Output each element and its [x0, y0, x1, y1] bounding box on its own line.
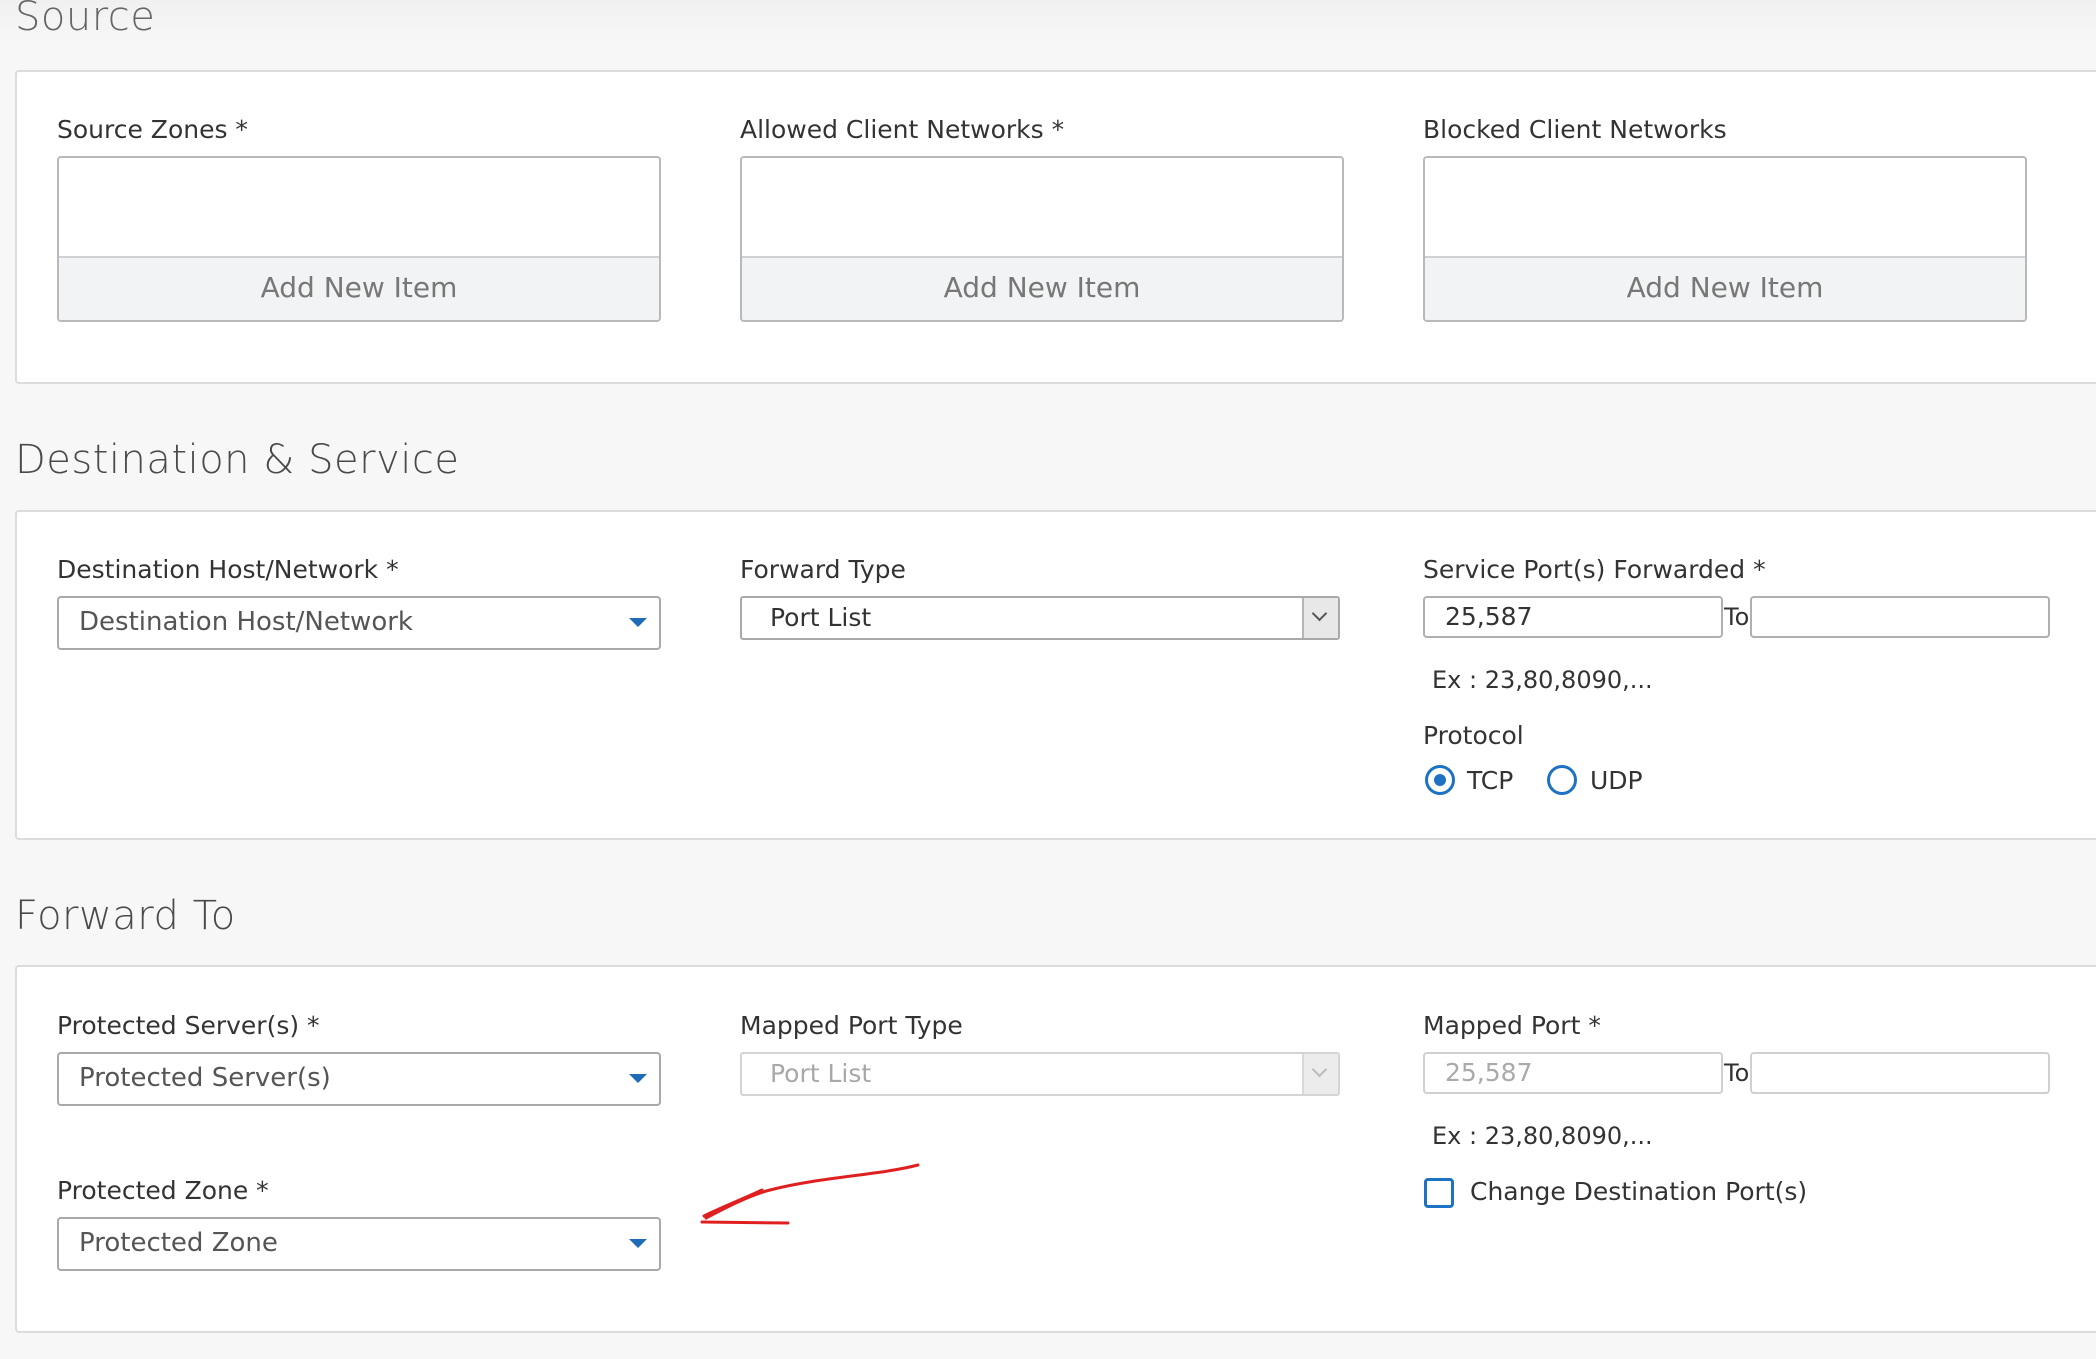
mapped-port-type-value: Port List: [770, 1059, 872, 1088]
radio-selected-dot: [1434, 774, 1446, 786]
caret-down-icon: [629, 1074, 647, 1083]
destination-section-title: Destination & Service: [15, 437, 460, 483]
protocol-tcp-label[interactable]: TCP: [1467, 766, 1513, 795]
allowed-networks-list: Add New Item: [740, 156, 1344, 322]
annotation-arrow-shaft: [704, 1163, 920, 1220]
service-ports-input[interactable]: 25,587: [1423, 596, 1723, 638]
annotation-arrow-head-upper: [702, 1188, 764, 1218]
mapped-port-input: 25,587: [1423, 1052, 1723, 1094]
forward-to-panel: [15, 965, 2096, 1333]
source-zones-items[interactable]: [59, 158, 659, 258]
forward-type-toggle[interactable]: [1302, 598, 1338, 638]
annotation-arrow-head-lower: [700, 1220, 790, 1225]
protected-zone-value: Protected Zone: [79, 1228, 278, 1258]
forward-type-select[interactable]: Port List: [740, 596, 1340, 640]
top-fade: [0, 0, 2096, 40]
protected-servers-value: Protected Server(s): [79, 1063, 331, 1093]
change-destination-label[interactable]: Change Destination Port(s): [1470, 1177, 1807, 1206]
source-zones-list: Add New Item: [57, 156, 661, 322]
service-ports-hint: Ex : 23,80,8090,...: [1432, 666, 1653, 694]
mapped-port-type-toggle: [1302, 1054, 1338, 1094]
mapped-port-hint: Ex : 23,80,8090,...: [1432, 1122, 1653, 1150]
service-ports-label: Service Port(s) Forwarded *: [1423, 555, 1766, 584]
protocol-label: Protocol: [1423, 721, 1524, 750]
change-destination-checkbox[interactable]: [1424, 1178, 1454, 1208]
blocked-networks-items[interactable]: [1425, 158, 2025, 258]
chevron-down-icon: [1311, 605, 1328, 622]
forward-to-section-title: Forward To: [15, 893, 236, 939]
source-section-title: Source: [15, 0, 156, 40]
source-zones-label: Source Zones *: [57, 115, 248, 144]
service-ports-to-label: To: [1724, 603, 1750, 631]
protected-zone-dropdown[interactable]: Protected Zone: [57, 1217, 661, 1271]
forward-type-label: Forward Type: [740, 555, 906, 584]
mapped-port-type-select: Port List: [740, 1052, 1340, 1096]
destination-host-value: Destination Host/Network: [79, 607, 413, 637]
protocol-tcp-radio[interactable]: [1425, 765, 1455, 795]
allowed-networks-label: Allowed Client Networks *: [740, 115, 1065, 144]
destination-host-label: Destination Host/Network *: [57, 555, 399, 584]
annotation-arrow: [700, 1163, 920, 1225]
mapped-port-type-label: Mapped Port Type: [740, 1011, 963, 1040]
allowed-networks-add-button[interactable]: Add New Item: [742, 256, 1342, 320]
service-ports-to-input[interactable]: [1750, 596, 2050, 638]
allowed-networks-items[interactable]: [742, 158, 1342, 258]
protected-servers-dropdown[interactable]: Protected Server(s): [57, 1052, 661, 1106]
mapped-port-to-input: [1750, 1052, 2050, 1094]
caret-down-icon: [629, 1239, 647, 1248]
blocked-networks-add-button[interactable]: Add New Item: [1425, 256, 2025, 320]
mapped-port-to-label: To: [1724, 1059, 1750, 1087]
forward-type-value: Port List: [770, 603, 872, 632]
destination-host-dropdown[interactable]: Destination Host/Network: [57, 596, 661, 650]
caret-down-icon: [629, 618, 647, 627]
blocked-networks-list: Add New Item: [1423, 156, 2027, 322]
source-zones-add-button[interactable]: Add New Item: [59, 256, 659, 320]
protocol-udp-radio[interactable]: [1547, 765, 1577, 795]
blocked-networks-label: Blocked Client Networks: [1423, 115, 1727, 144]
mapped-port-label: Mapped Port *: [1423, 1011, 1601, 1040]
protected-servers-label: Protected Server(s) *: [57, 1011, 320, 1040]
protected-zone-label: Protected Zone *: [57, 1176, 269, 1205]
protocol-udp-label[interactable]: UDP: [1590, 766, 1643, 795]
chevron-down-icon: [1311, 1061, 1328, 1078]
